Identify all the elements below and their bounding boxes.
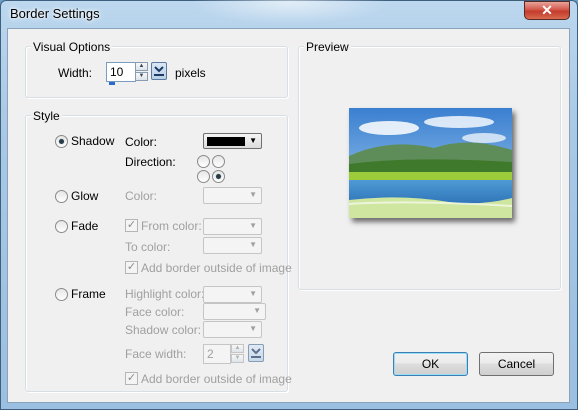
direction-top-right-radio[interactable] — [212, 155, 225, 168]
shadow-label: Shadow — [71, 134, 115, 148]
chevron-down-icon: ▼ — [249, 136, 257, 145]
chevron-down-icon — [251, 348, 261, 358]
glow-label: Glow — [71, 189, 99, 203]
width-spin-down[interactable]: ▼ — [135, 72, 148, 81]
chevron-down-icon — [154, 66, 164, 76]
frame-highlight-color-label: Highlight color: — [125, 287, 205, 301]
cancel-button-label: Cancel — [497, 357, 536, 371]
frame-face-color-picker[interactable]: ▼ — [203, 303, 266, 320]
frame-radio[interactable] — [55, 288, 68, 301]
direction-bottom-left-radio[interactable] — [197, 170, 210, 183]
preview-image — [349, 108, 512, 218]
chevron-down-icon: ▼ — [249, 289, 257, 298]
shadow-direction-label: Direction: — [125, 155, 176, 169]
glow-radio[interactable] — [55, 190, 68, 203]
glow-color-picker[interactable]: ▼ — [203, 187, 262, 204]
fade-label: Fade — [71, 219, 99, 233]
frame-add-border-checkbox[interactable]: ✓ — [125, 372, 138, 385]
chevron-down-icon: ▼ — [249, 240, 257, 249]
chevron-down-icon: ▼ — [253, 306, 261, 315]
frame-face-width-input[interactable]: 2 — [203, 344, 231, 364]
fade-from-color-checkbox[interactable]: ✓ — [125, 219, 138, 232]
chevron-down-icon: ▼ — [249, 324, 257, 333]
direction-bottom-right-radio[interactable] — [212, 170, 225, 183]
shadow-color-label: Color: — [125, 135, 158, 149]
width-spin-up[interactable]: ▲ — [135, 62, 148, 71]
width-unit-label: pixels — [175, 66, 206, 80]
chevron-down-icon: ▼ — [249, 190, 257, 199]
frame-highlight-color-picker[interactable]: ▼ — [203, 286, 262, 303]
fade-add-border-checkbox[interactable]: ✓ — [125, 261, 138, 274]
close-button[interactable]: ✕ — [524, 1, 570, 20]
width-reset-button[interactable] — [151, 62, 167, 80]
direction-top-left-radio[interactable] — [197, 155, 210, 168]
fade-add-border-label: Add border outside of image — [141, 261, 292, 275]
cancel-button[interactable]: Cancel — [479, 352, 554, 376]
glow-color-label: Color: — [125, 189, 158, 203]
face-width-reset-button[interactable] — [248, 344, 264, 362]
fade-from-color-picker[interactable]: ▼ — [203, 218, 262, 235]
fade-radio[interactable] — [55, 220, 68, 233]
window-title: Border Settings — [10, 6, 100, 21]
width-label: Width: — [58, 66, 93, 80]
chevron-down-icon: ▼ — [249, 221, 257, 230]
face-width-spin-down[interactable]: ▼ — [231, 354, 244, 363]
input-caret-indicator — [109, 82, 115, 85]
frame-face-color-label: Face color: — [125, 305, 185, 319]
frame-face-width-value: 2 — [207, 347, 214, 361]
shadow-color-picker[interactable]: ▼ — [203, 133, 262, 149]
shadow-radio[interactable] — [55, 135, 68, 148]
preview-legend: Preview — [304, 40, 351, 54]
visual-options-legend: Visual Options — [31, 40, 113, 54]
fade-from-color-label: From color: — [141, 219, 202, 233]
landscape-preview-icon — [349, 108, 512, 218]
width-value: 10 — [110, 65, 124, 79]
frame-shadow-color-picker[interactable]: ▼ — [203, 321, 262, 338]
width-input[interactable]: 10 — [106, 62, 136, 85]
shadow-color-swatch — [207, 137, 245, 146]
fade-to-color-picker[interactable]: ▼ — [203, 237, 262, 254]
frame-shadow-color-label: Shadow color: — [125, 323, 202, 337]
frame-add-border-label: Add border outside of image — [141, 372, 292, 386]
frame-face-width-label: Face width: — [125, 347, 187, 361]
frame-label: Frame — [71, 287, 106, 301]
ok-button-label: OK — [421, 357, 440, 371]
close-icon: ✕ — [541, 2, 553, 18]
style-legend: Style — [31, 109, 62, 123]
ok-button[interactable]: OK — [393, 352, 468, 376]
face-width-spin-up[interactable]: ▲ — [231, 344, 244, 353]
fade-to-color-label: To color: — [125, 240, 171, 254]
